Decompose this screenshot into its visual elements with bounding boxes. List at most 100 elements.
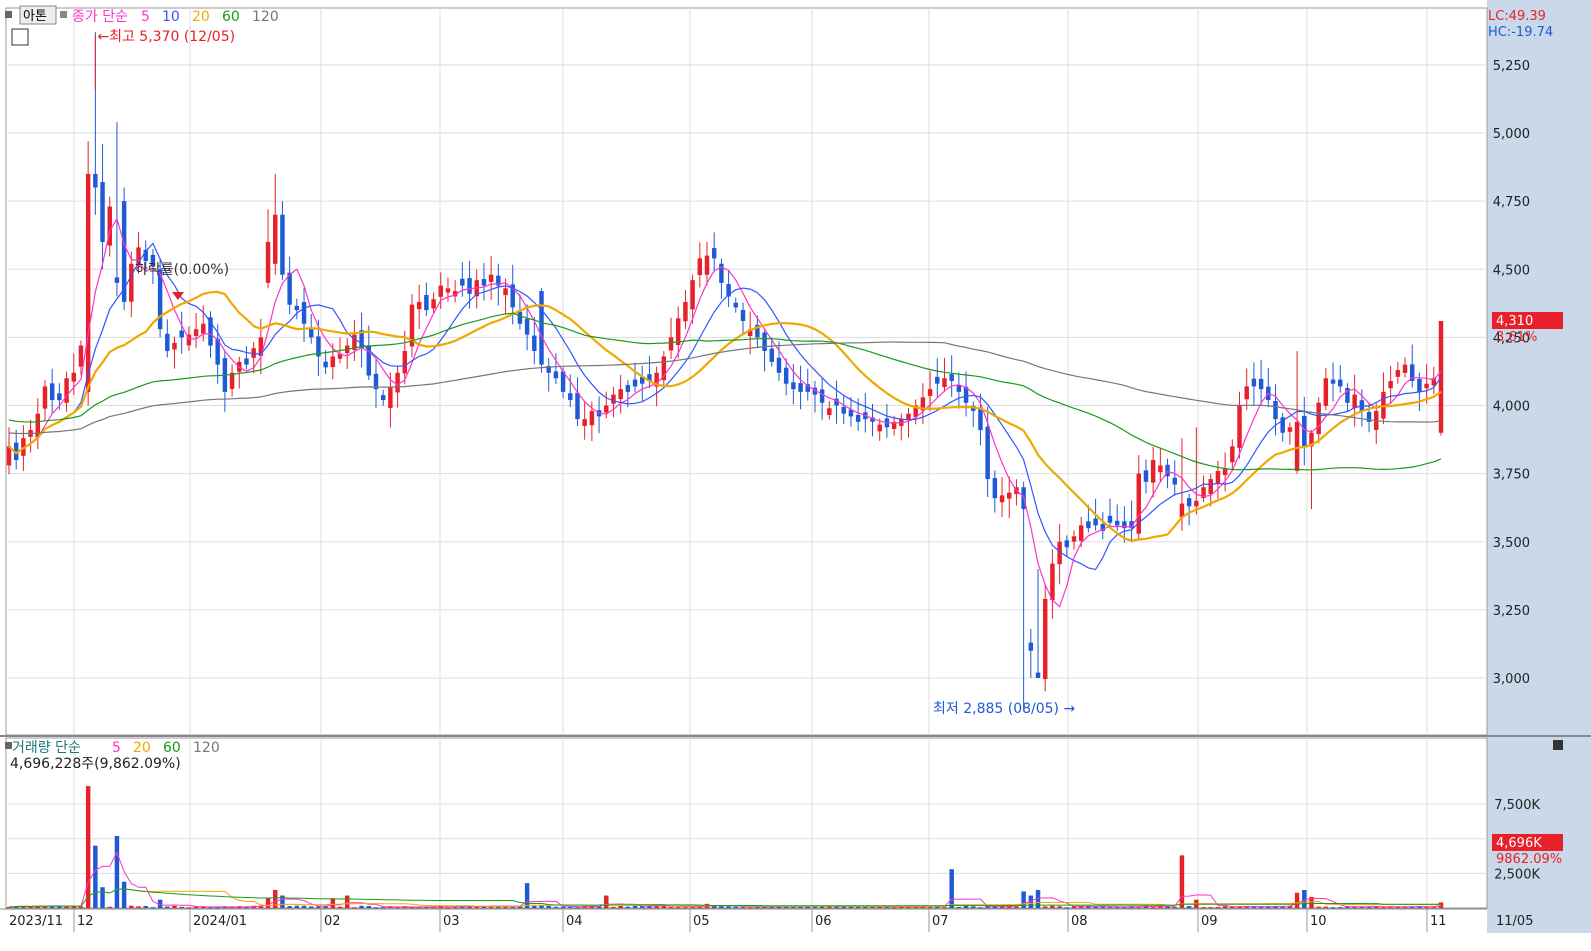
volume-bar bbox=[172, 905, 177, 908]
volume-bar bbox=[107, 906, 112, 908]
price-tick-label: 3,750 bbox=[1493, 468, 1530, 483]
ma10-line bbox=[8, 242, 1442, 571]
volume-bar bbox=[855, 906, 861, 908]
price-legend-label: 종가 단순 bbox=[72, 9, 128, 25]
candle-body bbox=[172, 342, 177, 350]
candle-body bbox=[985, 426, 990, 480]
volume-bar bbox=[359, 905, 364, 908]
candle-body bbox=[1093, 518, 1098, 526]
volume-bar bbox=[978, 907, 983, 909]
volume-bar bbox=[675, 907, 681, 909]
volume-bar bbox=[1150, 907, 1156, 909]
volume-bar bbox=[445, 907, 451, 909]
candle-body bbox=[532, 335, 537, 351]
candle-body bbox=[1424, 383, 1429, 389]
candle-body bbox=[582, 419, 587, 426]
candle-body bbox=[1338, 379, 1343, 387]
candle-body bbox=[942, 378, 947, 388]
candle-body bbox=[201, 323, 206, 334]
candle-body bbox=[1352, 394, 1357, 408]
candle-body bbox=[1316, 402, 1321, 435]
volume-bar bbox=[294, 905, 300, 908]
candle-body bbox=[1395, 370, 1401, 377]
volume-bar bbox=[568, 906, 573, 908]
volume-bar bbox=[1186, 906, 1192, 908]
candle-body bbox=[424, 294, 429, 311]
price-tick-label: 4,500 bbox=[1493, 263, 1530, 278]
candle-body bbox=[129, 263, 134, 302]
candle-body bbox=[445, 288, 451, 293]
volume-bar bbox=[316, 906, 321, 908]
candle-body bbox=[481, 279, 487, 286]
volume-bar bbox=[1294, 892, 1300, 908]
candle-body bbox=[956, 385, 962, 392]
candle-body bbox=[1215, 470, 1221, 484]
volume-bar bbox=[618, 905, 623, 908]
candle-body bbox=[604, 405, 609, 413]
volume-bar bbox=[165, 906, 170, 908]
volume-bar bbox=[927, 907, 933, 909]
volume-ma-legend-period: 5 bbox=[112, 740, 121, 756]
legend-toggle-icon bbox=[60, 11, 67, 18]
volume-bar bbox=[179, 906, 184, 908]
candle-body bbox=[1230, 446, 1235, 463]
candle-body bbox=[431, 299, 436, 309]
candle-body bbox=[783, 367, 789, 384]
candle-body bbox=[690, 280, 695, 310]
ma-legend-period: 60 bbox=[222, 9, 240, 25]
candle-body bbox=[618, 389, 623, 400]
price-panel-frame bbox=[5, 7, 1488, 736]
volume-ma-legend-period: 20 bbox=[133, 740, 151, 756]
candle-body bbox=[179, 330, 184, 338]
candle-body bbox=[978, 409, 983, 431]
current-volume-pct: 9862.09% bbox=[1496, 852, 1562, 867]
volume-bar bbox=[1014, 906, 1019, 908]
candle-body bbox=[57, 393, 62, 401]
candle-body bbox=[568, 393, 573, 401]
candle-body bbox=[93, 173, 98, 188]
candle-body bbox=[668, 337, 674, 351]
candle-body bbox=[1028, 642, 1034, 651]
volume-bar bbox=[380, 907, 386, 909]
candle-body bbox=[1388, 380, 1393, 389]
volume-bar bbox=[309, 906, 314, 908]
candle-body bbox=[1273, 401, 1278, 420]
candle-body bbox=[1143, 470, 1149, 482]
candle-body bbox=[395, 372, 400, 393]
volume-bar bbox=[1064, 907, 1070, 909]
candle-body bbox=[539, 291, 544, 365]
candle-body bbox=[42, 386, 48, 409]
volume-bar bbox=[1042, 906, 1048, 908]
candle-body bbox=[229, 372, 235, 389]
volume-bar bbox=[1338, 907, 1343, 909]
volume-bar bbox=[625, 906, 631, 908]
volume-bar bbox=[1215, 906, 1221, 908]
candle-body bbox=[1158, 465, 1163, 473]
date-tick-label: 2024/01 bbox=[193, 914, 247, 929]
volume-bar bbox=[373, 907, 379, 909]
volume-bar bbox=[1057, 906, 1062, 908]
high-annotation: ←최고 5,370 (12/05) bbox=[97, 29, 235, 45]
stock-name: 아톤 bbox=[23, 9, 47, 24]
candle-body bbox=[1287, 427, 1293, 432]
volume-bar bbox=[265, 898, 271, 908]
candle-body bbox=[675, 318, 681, 346]
candle-body bbox=[791, 382, 796, 390]
ma20-line bbox=[8, 290, 1442, 542]
date-tick-label: 12 bbox=[77, 914, 94, 929]
candle-body bbox=[1258, 378, 1264, 390]
candle-body bbox=[819, 389, 825, 403]
volume-bar bbox=[604, 895, 609, 908]
volume-bar bbox=[510, 906, 515, 908]
candle-body bbox=[927, 389, 933, 396]
volume-bar bbox=[150, 907, 156, 909]
candle-body bbox=[704, 255, 710, 275]
volume-bar bbox=[1172, 906, 1177, 908]
candle-body bbox=[1086, 521, 1091, 529]
volume-bar bbox=[726, 906, 731, 908]
candle-body bbox=[1035, 672, 1041, 678]
volume-bar bbox=[1323, 906, 1329, 908]
current-volume: 4,696K bbox=[1496, 836, 1542, 851]
candle-body bbox=[71, 372, 76, 382]
candle-body bbox=[733, 302, 739, 308]
